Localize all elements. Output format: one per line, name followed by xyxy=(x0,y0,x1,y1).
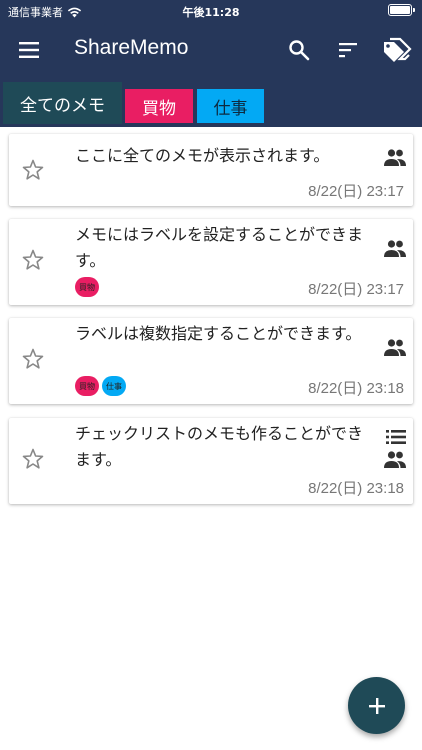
memo-date: 8/22(日) 23:18 xyxy=(308,380,404,397)
shared-icon xyxy=(384,149,406,166)
add-icon xyxy=(368,697,385,714)
app-title: ShareMemo xyxy=(74,36,189,59)
search-button[interactable] xyxy=(284,35,314,65)
memo-date: 8/22(日) 23:18 xyxy=(308,480,404,497)
memo-date: 8/22(日) 23:17 xyxy=(308,281,404,298)
star-outline-icon xyxy=(22,249,44,270)
sort-button[interactable] xyxy=(334,36,362,64)
label-tabs: 全てのメモ 買物 仕事 xyxy=(0,82,422,127)
star-button[interactable] xyxy=(21,248,45,272)
search-icon xyxy=(289,40,310,61)
shared-icon xyxy=(384,339,406,356)
label-icon xyxy=(384,37,412,62)
memo-card[interactable]: ラベルは複数指定することができます。 買物 仕事 8/22(日) 23:18 xyxy=(9,318,413,404)
status-bar: 通信事業者 午後11:28 xyxy=(0,0,422,22)
sort-icon xyxy=(339,43,357,58)
tab-all-memos[interactable]: 全てのメモ xyxy=(3,82,122,124)
status-time: 午後11:28 xyxy=(182,6,240,19)
labels-button[interactable] xyxy=(380,34,414,66)
star-outline-icon xyxy=(22,348,44,369)
add-memo-button[interactable] xyxy=(348,677,405,734)
label-chip-work: 仕事 xyxy=(102,376,126,396)
battery-icon xyxy=(388,4,415,16)
app-header: 通信事業者 午後11:28 ShareMemo 全てのメモ 買物 仕事 xyxy=(0,0,422,127)
tab-work[interactable]: 仕事 xyxy=(197,89,264,123)
memo-text: チェックリストのメモも作ることができます。 xyxy=(75,426,364,469)
memo-card[interactable]: ここに全てのメモが表示されます。 8/22(日) 23:17 xyxy=(9,134,413,206)
memo-text: ここに全てのメモが表示されます。 xyxy=(75,148,330,165)
shared-icon xyxy=(384,451,406,468)
menu-button[interactable] xyxy=(14,36,44,64)
memo-text: メモにはラベルを設定することができます。 xyxy=(75,227,364,270)
star-button[interactable] xyxy=(21,158,45,182)
star-button[interactable] xyxy=(21,347,45,371)
star-button[interactable] xyxy=(21,447,45,471)
label-chip-shopping: 買物 xyxy=(75,277,99,297)
checklist-icon xyxy=(386,430,406,444)
memo-labels: 買物 xyxy=(75,277,99,297)
memo-card[interactable]: メモにはラベルを設定することができます。 買物 8/22(日) 23:17 xyxy=(9,219,413,305)
app-bar: ShareMemo xyxy=(0,22,422,78)
menu-icon xyxy=(19,42,39,58)
memo-date: 8/22(日) 23:17 xyxy=(308,183,404,200)
label-chip-shopping: 買物 xyxy=(75,376,99,396)
memo-text: ラベルは複数指定することができます。 xyxy=(75,326,362,343)
star-outline-icon xyxy=(22,448,44,469)
shared-icon xyxy=(384,240,406,257)
tab-shopping[interactable]: 買物 xyxy=(125,89,193,123)
memo-labels: 買物 仕事 xyxy=(75,376,126,396)
memo-card[interactable]: チェックリストのメモも作ることができます。 8/22(日) 23:18 xyxy=(9,418,413,504)
star-outline-icon xyxy=(22,159,44,180)
